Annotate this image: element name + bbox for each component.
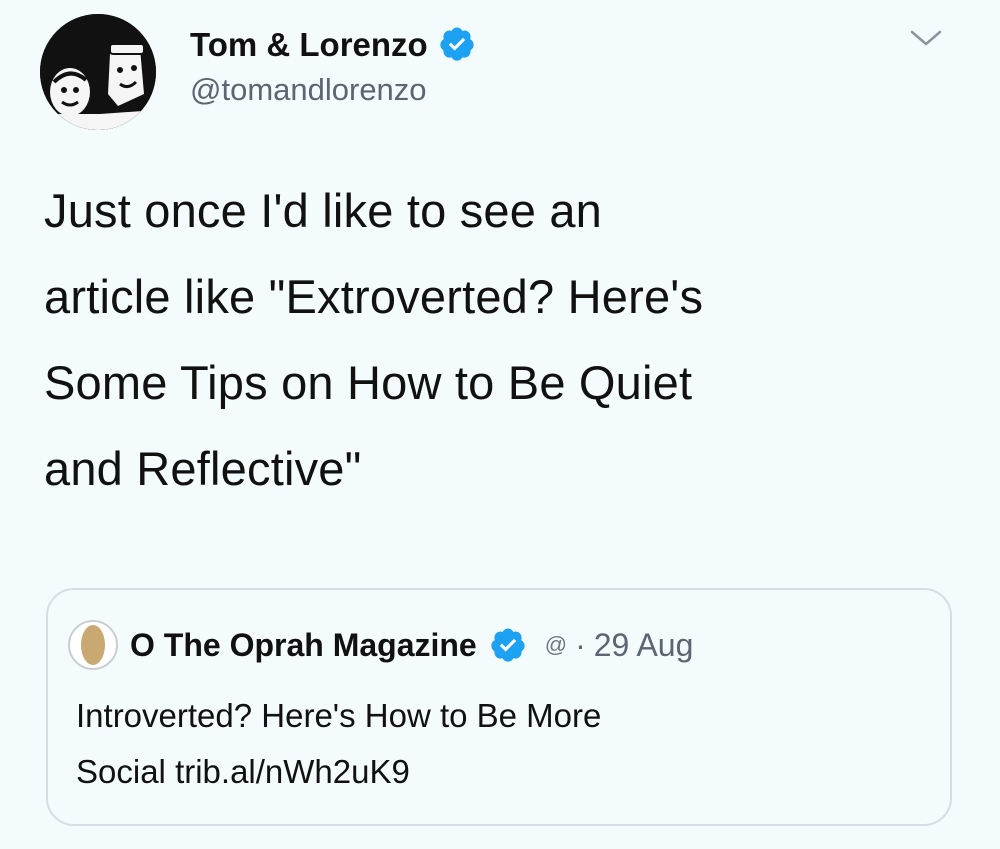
tweet-text-line: Some Tips on How to Be Quiet [44, 356, 693, 409]
author-name[interactable]: Tom & Lorenzo [190, 28, 428, 61]
quoted-tweet-link[interactable]: trib.al/nWh2uK9 [175, 753, 410, 790]
tweet-text: Just once I'd like to see an article lik… [44, 168, 944, 512]
quoted-tweet-meta: @ · 29 Aug [545, 629, 694, 661]
tweet-text-line: Just once I'd like to see an [44, 184, 603, 237]
quoted-tweet-date[interactable]: 29 Aug [594, 629, 694, 661]
meta-separator: · [575, 627, 586, 663]
quoted-author-name[interactable]: O The Oprah Magazine [130, 629, 477, 661]
verified-badge-icon [438, 25, 476, 63]
quoted-author-avatar[interactable] [68, 620, 118, 670]
quoted-tweet-text-line: Introverted? Here's How to Be More [76, 697, 602, 734]
quoted-tweet-text-prefix: Social [76, 753, 176, 790]
tweet-text-line: and Reflective" [44, 442, 362, 495]
quoted-tweet-header: O The Oprah Magazine @ · 29 Aug [68, 620, 693, 670]
author-block: Tom & Lorenzo @tomandlorenzo [190, 22, 476, 105]
chevron-down-icon[interactable] [908, 26, 944, 50]
verified-badge-icon [489, 626, 527, 664]
avatar-image [81, 625, 105, 665]
quoted-tweet-text: Introverted? Here's How to Be More Socia… [76, 688, 926, 800]
tweet: Tom & Lorenzo @tomandlorenzo Just once I… [0, 0, 1000, 849]
handle-glyph[interactable]: @ [545, 634, 567, 656]
quoted-tweet-text-line: Social trib.al/nWh2uK9 [76, 744, 926, 800]
avatar-illustration [40, 14, 156, 130]
quoted-tweet-card[interactable]: O The Oprah Magazine @ · 29 Aug Introver… [46, 588, 952, 826]
author-handle[interactable]: @tomandlorenzo [190, 74, 476, 105]
author-name-row: Tom & Lorenzo [190, 22, 476, 66]
author-avatar[interactable] [40, 14, 156, 130]
tweet-text-line: article like "Extroverted? Here's [44, 270, 704, 323]
